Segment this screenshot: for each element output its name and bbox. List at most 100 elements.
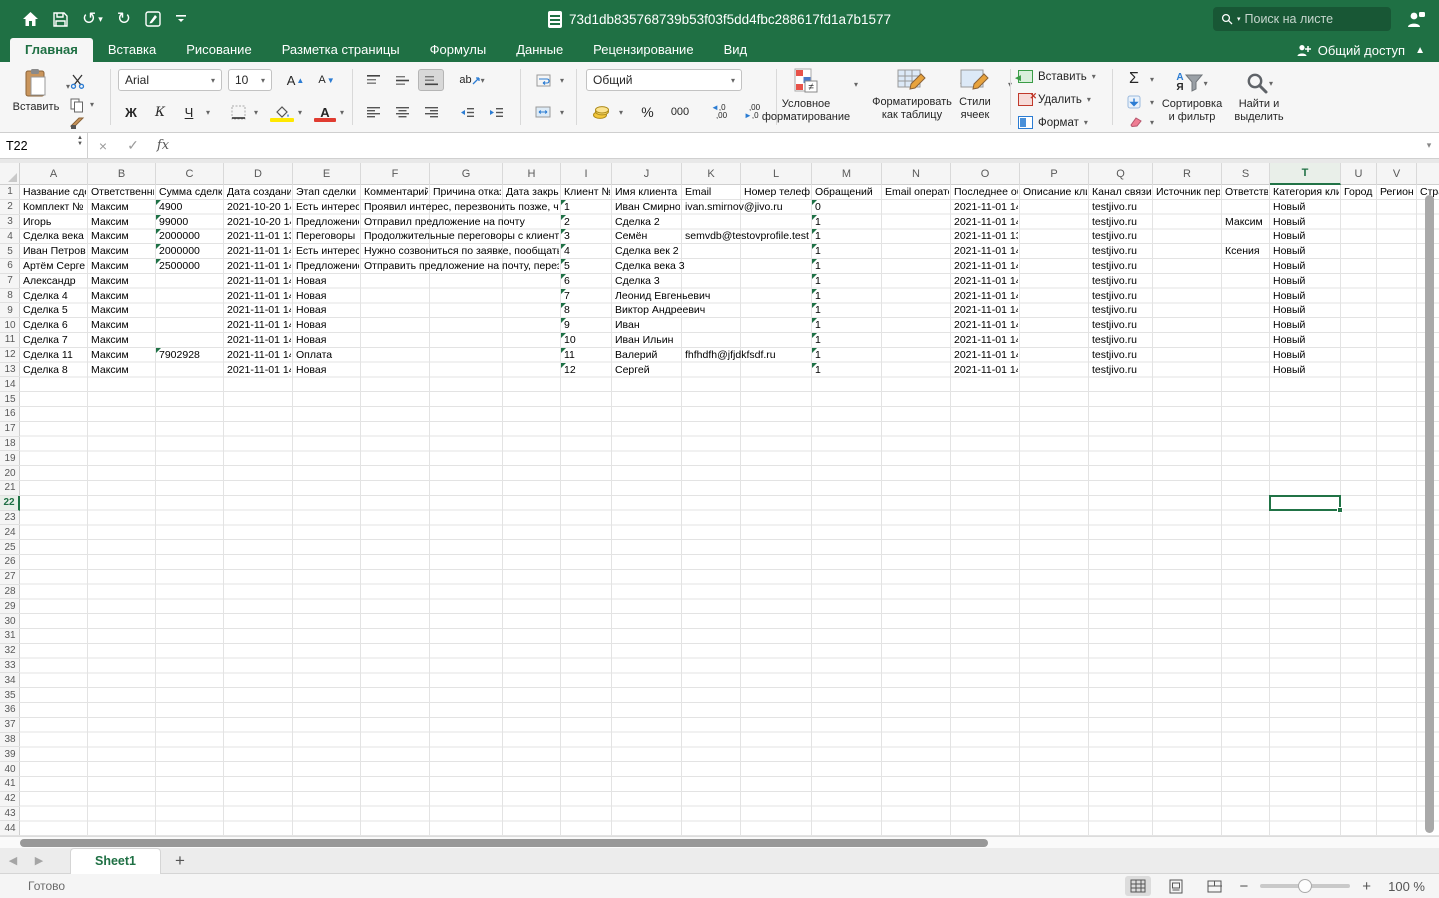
column-header-N[interactable]: N [882,163,951,185]
cell-A6[interactable]: Артём Серге [20,259,86,274]
search-scope-dropdown-icon[interactable]: ▾ [1237,15,1241,23]
font-color-button[interactable]: A [312,101,338,123]
cell-J6[interactable]: Сделка века 3 [612,259,739,274]
cell-D2[interactable]: 2021-10-20 14 [224,200,291,215]
wrap-text-button[interactable] [530,69,556,91]
page-layout-view-button[interactable] [1163,876,1189,896]
cell-J11[interactable]: Иван Ильин [612,333,680,348]
column-header-E[interactable]: E [293,163,361,185]
cell-I8[interactable]: 7 [561,289,610,304]
cell-O2[interactable]: 2021-11-01 14:14:10 [951,200,1018,215]
cell-B11[interactable]: Максим [88,333,154,348]
fill-button[interactable] [1122,91,1146,113]
cell-O6[interactable]: 2021-11-01 14:19:50 [951,259,1018,274]
row-header-33[interactable]: 33 [0,659,20,674]
cell-M6[interactable]: 1 [812,259,880,274]
select-all-corner[interactable] [0,163,20,185]
enter-icon[interactable]: ✓ [118,137,148,154]
format-cells-button[interactable]: Формат▾ [1018,116,1088,129]
row-header-18[interactable]: 18 [0,437,20,452]
cell-M4[interactable]: 1 [812,229,880,244]
cell-R1[interactable]: Источник пер [1153,185,1220,200]
cell-O1[interactable]: Последнее об [951,185,1018,200]
wrap-text-dropdown-icon[interactable]: ▾ [560,76,564,85]
row-header-32[interactable]: 32 [0,644,20,659]
cell-E9[interactable]: Новая [293,303,359,318]
cell-O9[interactable]: 2021-11-01 14:24:10 [951,303,1018,318]
row-header-19[interactable]: 19 [0,451,20,466]
cell-G1[interactable]: Причина отказа [430,185,501,200]
row-header-7[interactable]: 7 [0,274,20,289]
cell-O3[interactable]: 2021-11-01 14:14:10 [951,215,1018,230]
cell-A5[interactable]: Иван Петров [20,244,86,259]
sort-filter-button[interactable]: АЯ ▾ Сортировкаи фильтр [1157,68,1227,124]
column-header-G[interactable]: G [430,163,503,185]
cell-B5[interactable]: Максим [88,244,154,259]
copy-dropdown-icon[interactable]: ▾ [90,100,94,109]
cell-Q10[interactable]: testjivo.ru [1089,318,1151,333]
cell-F1[interactable]: Комментарий [361,185,428,200]
row-header-43[interactable]: 43 [0,807,20,822]
column-header-J[interactable]: J [612,163,682,185]
tab-data[interactable]: Данные [501,38,578,62]
row-header-20[interactable]: 20 [0,466,20,481]
account-avatar[interactable] [1403,7,1429,31]
cell-K2[interactable]: ivan.smirnov@jivo.ru [682,200,810,215]
row-header-42[interactable]: 42 [0,792,20,807]
tab-insert[interactable]: Вставка [93,38,171,62]
row-header-17[interactable]: 17 [0,422,20,437]
cell-J10[interactable]: Иван [612,318,680,333]
align-top-button[interactable] [360,69,386,91]
row-header-26[interactable]: 26 [0,555,20,570]
cell-D6[interactable]: 2021-11-01 14 [224,259,291,274]
cell-E2[interactable]: Есть интерес [293,200,359,215]
bold-button[interactable]: Ж [118,101,144,123]
cell-E7[interactable]: Новая [293,274,359,289]
cell-D13[interactable]: 2021-11-01 14 [224,363,291,378]
cell-D11[interactable]: 2021-11-01 14 [224,333,291,348]
prev-sheet-icon[interactable]: ◀ [0,854,26,867]
increase-indent-button[interactable] [483,101,509,123]
row-header-16[interactable]: 16 [0,407,20,422]
cell-T8[interactable]: Новый [1270,289,1339,304]
column-header-O[interactable]: O [951,163,1020,185]
save-icon[interactable] [53,12,68,27]
underline-dropdown-icon[interactable]: ▾ [206,108,210,117]
cell-M1[interactable]: Обращений [812,185,880,200]
row-header-6[interactable]: 6 [0,259,20,274]
column-header-U[interactable]: U [1341,163,1377,185]
row-header-39[interactable]: 39 [0,747,20,762]
sheet-tab-sheet1[interactable]: Sheet1 [70,848,161,874]
font-size-select[interactable]: 10▾ [228,69,272,91]
cell-Q3[interactable]: testjivo.ru [1089,215,1151,230]
cell-E13[interactable]: Новая [293,363,359,378]
column-header-I[interactable]: I [561,163,612,185]
borders-dropdown-icon[interactable]: ▾ [254,108,258,117]
cell-T12[interactable]: Новый [1270,348,1339,363]
row-header-3[interactable]: 3 [0,215,20,230]
cell-T3[interactable]: Новый [1270,215,1339,230]
cell-styles-button[interactable]: ▾ Стилиячеек [944,68,1006,122]
cell-M9[interactable]: 1 [812,303,880,318]
merge-dropdown-icon[interactable]: ▾ [560,108,564,117]
cell-I3[interactable]: 2 [561,215,610,230]
cell-C4[interactable]: 2000000 [156,229,222,244]
tab-review[interactable]: Рецензирование [578,38,708,62]
cell-Q4[interactable]: testjivo.ru [1089,229,1151,244]
increase-decimal-button[interactable]: ◄,0,00 [704,101,734,123]
cell-B3[interactable]: Максим [88,215,154,230]
shrink-font-button[interactable]: A▼ [313,69,340,91]
font-color-dropdown-icon[interactable]: ▾ [340,108,344,117]
row-header-37[interactable]: 37 [0,718,20,733]
cell-M12[interactable]: 1 [812,348,880,363]
cell-F5[interactable]: Нужно созвониться по заявке, пообщаться [361,244,559,259]
column-header-B[interactable]: B [88,163,156,185]
cell-O5[interactable]: 2021-11-01 14:09:13 [951,244,1018,259]
cell-I6[interactable]: 5 [561,259,610,274]
cell-D9[interactable]: 2021-11-01 14 [224,303,291,318]
cell-O4[interactable]: 2021-11-01 13:55:11 [951,229,1018,244]
cell-C5[interactable]: 2000000 [156,244,222,259]
cell-P1[interactable]: Описание кли [1020,185,1087,200]
horizontal-scrollbar[interactable] [20,839,988,847]
cell-V1[interactable]: Регион [1377,185,1415,200]
